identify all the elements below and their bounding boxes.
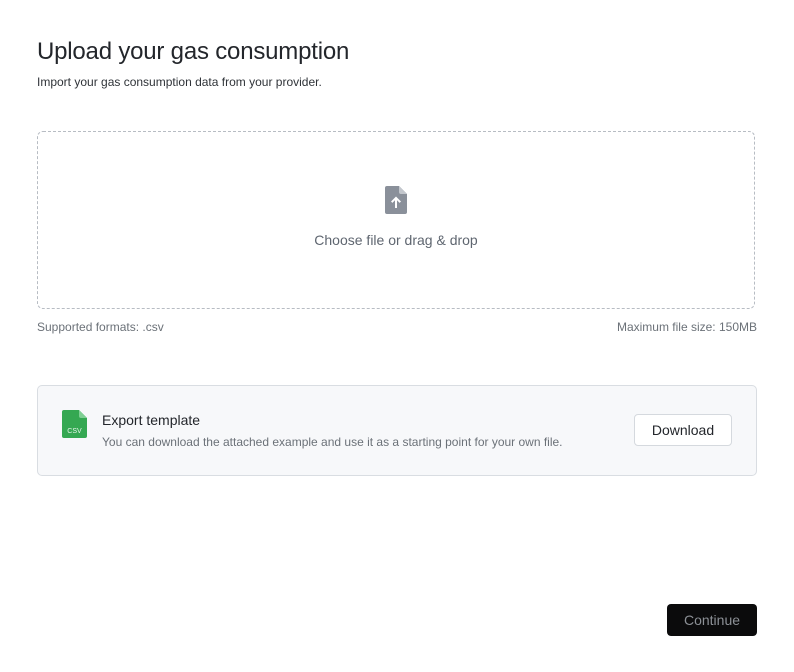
file-upload-icon — [385, 186, 407, 214]
template-title: Export template — [102, 412, 201, 428]
dropzone-label: Choose file or drag & drop — [314, 232, 478, 248]
file-dropzone[interactable]: Choose file or drag & drop — [37, 131, 755, 309]
page-subtitle: Import your gas consumption data from yo… — [37, 75, 322, 89]
csv-file-icon: CSV — [62, 410, 87, 438]
page-title: Upload your gas consumption — [37, 38, 350, 65]
template-description: You can download the attached example an… — [102, 435, 563, 449]
csv-icon-text: CSV — [67, 428, 82, 435]
max-file-size-text: Maximum file size: 150MB — [616, 320, 757, 334]
export-template-card: CSV Export template You can download the… — [37, 385, 757, 476]
supported-formats-text: Supported formats: .csv — [37, 320, 164, 334]
download-button[interactable]: Download — [634, 414, 732, 446]
continue-button[interactable]: Continue — [667, 604, 757, 636]
